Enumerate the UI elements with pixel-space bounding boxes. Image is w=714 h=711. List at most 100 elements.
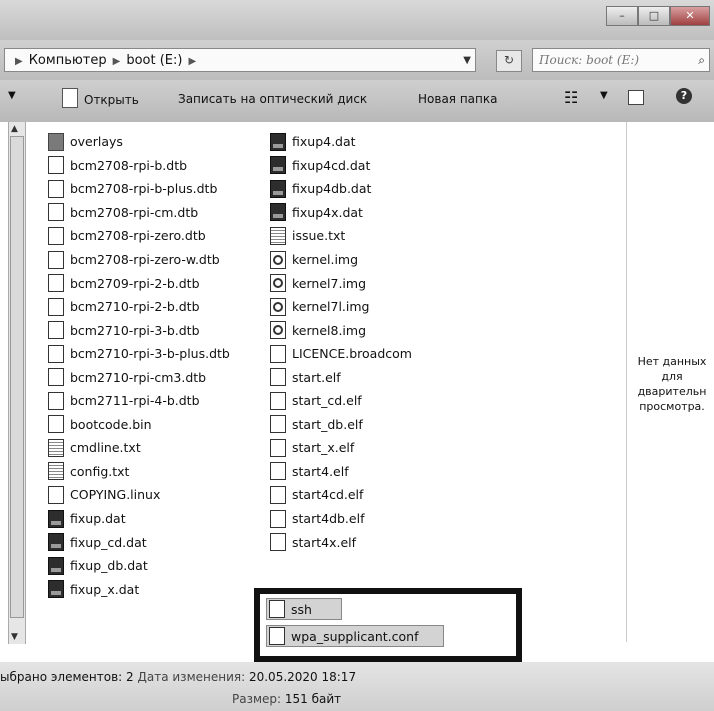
file-name: bcm2708-rpi-zero-w.dtb — [70, 252, 220, 267]
file-item[interactable]: kernel8.img — [270, 318, 412, 342]
help-icon[interactable]: ? — [676, 88, 692, 104]
file-item[interactable]: bcm2708-rpi-cm.dtb — [48, 201, 230, 225]
file-name: bcm2711-rpi-4-b.dtb — [70, 393, 200, 409]
file-name: bcm2708-rpi-zero.dtb — [70, 228, 206, 244]
file-item[interactable]: bcm2708-rpi-b-plus.dtb — [48, 177, 230, 201]
file-name: fixup4x.dat — [292, 204, 363, 220]
file-name: bootcode.bin — [70, 416, 152, 432]
file-item[interactable]: kernel.img — [270, 248, 412, 272]
file-icon — [270, 344, 286, 363]
file-item[interactable]: start4db.elf — [270, 507, 412, 531]
file-item[interactable]: kernel7.img — [270, 271, 412, 295]
file-item[interactable]: start4x.elf — [270, 530, 412, 554]
breadcrumb-arrow-icon[interactable]: ▶ — [107, 56, 127, 67]
file-item[interactable]: fixup_db.dat — [48, 554, 230, 578]
file-name: start4x.elf — [292, 534, 357, 550]
file-item[interactable]: COPYING.linux — [48, 483, 230, 507]
file-name: wpa_supplicant.conf — [291, 628, 419, 644]
file-item[interactable]: fixup_x.dat — [48, 577, 230, 601]
file-item[interactable]: bcm2709-rpi-2-b.dtb — [48, 271, 230, 295]
file-icon — [48, 250, 64, 269]
status-line-1: ыбрано элементов: 2 Дата изменения: 20.0… — [0, 670, 356, 684]
file-icon — [270, 533, 286, 552]
search-icon[interactable]: ⌕ — [698, 49, 705, 71]
address-dropdown-icon[interactable]: ▼ — [463, 49, 471, 73]
file-name: fixup4db.dat — [292, 181, 372, 197]
open-button[interactable]: Открыть — [62, 88, 139, 108]
views-icon[interactable]: ☷ — [564, 88, 578, 107]
close-button[interactable]: ✕ — [670, 6, 710, 26]
preview-pane-icon[interactable] — [628, 90, 644, 105]
burn-to-disc-button[interactable]: Записать на оптический диск — [178, 92, 367, 106]
organize-dropdown-icon[interactable]: ▼ — [8, 90, 16, 101]
file-name: bcm2710-rpi-2-b.dtb — [70, 299, 200, 315]
file-icon — [48, 226, 64, 245]
preview-pane-message: Нет данных для дварительн просмотра. — [637, 355, 707, 413]
file-item[interactable]: bcm2708-rpi-b.dtb — [48, 154, 230, 178]
breadcrumb-computer[interactable]: Компьютер — [29, 53, 107, 68]
file-item[interactable]: bcm2708-rpi-zero-w.dtb — [48, 248, 230, 272]
preview-divider[interactable] — [626, 122, 627, 642]
file-item[interactable]: bcm2711-rpi-4-b.dtb — [48, 389, 230, 413]
file-name: kernel.img — [292, 252, 359, 267]
dat-file-icon — [48, 580, 64, 599]
file-item[interactable]: bcm2708-rpi-zero.dtb — [48, 224, 230, 248]
file-name: start_db.elf — [292, 416, 363, 432]
file-item[interactable]: bootcode.bin — [48, 413, 230, 437]
file-name: cmdline.txt — [70, 440, 141, 456]
disk-image-icon — [270, 297, 286, 316]
file-item[interactable]: LICENCE.broadcom — [270, 342, 412, 366]
scroll-up-icon[interactable]: ▲ — [11, 124, 18, 134]
file-item[interactable]: kernel7l.img — [270, 295, 412, 319]
file-item[interactable]: overlays — [48, 130, 230, 154]
file-item[interactable]: fixup_cd.dat — [48, 530, 230, 554]
views-dropdown-icon[interactable]: ▼ — [600, 90, 608, 101]
new-folder-button[interactable]: Новая папка — [418, 92, 497, 106]
file-name: start4cd.elf — [292, 487, 364, 503]
search-input[interactable]: Поиск: boot (E:) ⌕ — [532, 48, 710, 72]
scrollbar-thumb[interactable] — [10, 136, 24, 618]
file-name: fixup4cd.dat — [292, 157, 371, 173]
file-item[interactable]: bcm2710-rpi-3-b-plus.dtb — [48, 342, 230, 366]
file-name: bcm2710-rpi-3-b-plus.dtb — [70, 346, 230, 362]
scroll-down-icon[interactable]: ▼ — [11, 632, 18, 642]
minimize-button[interactable]: – — [606, 6, 638, 26]
file-name: bcm2710-rpi-3-b.dtb — [70, 322, 200, 338]
file-icon — [48, 203, 64, 222]
disk-image-icon — [270, 321, 286, 340]
file-icon — [48, 156, 64, 175]
breadcrumb-arrow-icon[interactable]: ▶ — [182, 56, 202, 67]
file-item[interactable]: bcm2710-rpi-2-b.dtb — [48, 295, 230, 319]
modified-label: Дата изменения: — [137, 670, 246, 684]
file-name: kernel8.img — [292, 322, 366, 338]
file-item[interactable]: start_x.elf — [270, 436, 412, 460]
file-item[interactable]: bcm2710-rpi-3-b.dtb — [48, 318, 230, 342]
file-item[interactable]: fixup.dat — [48, 507, 230, 531]
file-item[interactable]: config.txt — [48, 460, 230, 484]
file-item[interactable]: bcm2710-rpi-cm3.dtb — [48, 365, 230, 389]
address-bar[interactable]: ▶ Компьютер ▶ boot (E:) ▶ ▼ — [4, 48, 476, 72]
selected-file-item[interactable]: ssh — [266, 598, 342, 620]
file-item[interactable]: start4.elf — [270, 460, 412, 484]
selected-file-item[interactable]: wpa_supplicant.conf — [266, 625, 444, 647]
file-item[interactable]: fixup4cd.dat — [270, 154, 412, 178]
file-item[interactable]: fixup4x.dat — [270, 201, 412, 225]
file-name: fixup_x.dat — [70, 581, 140, 597]
vertical-scrollbar[interactable]: ▲ ▼ — [8, 122, 26, 644]
text-file-icon — [48, 438, 64, 457]
file-item[interactable]: fixup4db.dat — [270, 177, 412, 201]
maximize-button[interactable]: □ — [638, 6, 670, 26]
file-item[interactable]: start_cd.elf — [270, 389, 412, 413]
file-item[interactable]: fixup4.dat — [270, 130, 412, 154]
file-item[interactable]: issue.txt — [270, 224, 412, 248]
breadcrumb-drive[interactable]: boot (E:) — [126, 53, 182, 68]
status-line-2: Размер: 151 байт — [232, 692, 341, 706]
file-icon — [48, 297, 64, 316]
file-item[interactable]: start_db.elf — [270, 413, 412, 437]
file-item[interactable]: cmdline.txt — [48, 436, 230, 460]
file-item[interactable]: start4cd.elf — [270, 483, 412, 507]
refresh-button[interactable]: ↻ — [496, 50, 522, 72]
file-item[interactable]: start.elf — [270, 365, 412, 389]
size-value: 151 байт — [284, 692, 342, 706]
file-name: fixup4.dat — [292, 134, 356, 150]
